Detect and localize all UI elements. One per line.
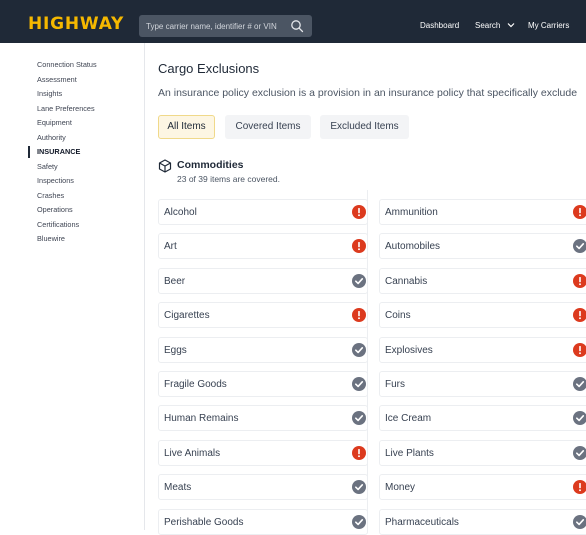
exclamation-icon [352,205,366,219]
profile-sidebar: Connection Status Assessment Insights Lane … [28,58,143,247]
sidebar-item-assessment[interactable]: Assessment [28,73,143,88]
commodity-label: Meats [164,482,192,494]
commodity-item: Explosives [379,336,586,363]
commodity-label: Art [164,241,177,253]
commodity-label: Money [385,482,416,494]
nav-dashboard-link[interactable]: Dashboard [420,21,459,30]
sidebar-item-insights[interactable]: Insights [28,87,143,102]
commodity-label: Coins [385,310,411,322]
check-icon [573,377,586,391]
check-icon [573,411,586,426]
commodity-item: Cannabis [379,267,586,294]
coverage-summary: 23 of 39 items are covered. [177,174,281,184]
commodity-label: Explosives [385,344,433,356]
commodity-label: Eggs [164,344,187,356]
check-icon [352,273,366,288]
top-nav-bar: HIGHWAY Dashboard Search My Carriers [0,0,586,43]
sidebar-item-authority[interactable]: Authority [28,131,143,146]
page-title: Cargo Exclusions [158,61,260,76]
exclamation-icon [573,273,586,288]
chevron-down-icon[interactable] [507,21,515,29]
check-icon [352,342,366,357]
commodity-label: Automobiles [385,241,441,253]
highway-logo[interactable]: HIGHWAY [28,14,124,34]
commodity-item: Beer [158,267,368,294]
commodity-label: Furs [385,379,405,390]
commodity-item: Eggs [158,336,368,363]
commodity-label: Cannabis [385,275,428,287]
nav-my-carriers-link[interactable]: My Carriers [528,21,569,30]
sidebar-item-bluewire[interactable]: Bluewire [28,232,143,247]
exclamation-icon [573,205,586,219]
commodity-label: Live Animals [164,447,221,459]
commodity-label: Live Plants [385,447,434,459]
check-icon [352,377,366,391]
commodity-item: Cigarettes [158,302,368,329]
nav-search-menu[interactable]: Search [475,21,500,30]
commodity-label: Alcohol [164,207,197,218]
check-icon [352,514,366,529]
commodity-label: Ice Cream [385,413,432,425]
commodity-label: Perishable Goods [164,516,244,528]
exclamation-icon [573,308,586,323]
tab-all-items[interactable]: All Items [158,115,215,139]
sidebar-item-inspections[interactable]: Inspections [28,174,143,189]
package-icon [158,159,172,173]
tab-covered-items[interactable]: Covered Items [225,115,311,139]
check-icon [352,411,366,426]
search-icon[interactable] [290,19,304,33]
commodity-item: Live Plants [379,439,586,466]
check-icon [352,480,366,495]
commodity-item: Furs [379,371,586,397]
commodity-item: Live Animals [158,439,368,466]
sidebar-item-certifications[interactable]: Certifications [28,218,143,233]
commodity-item: Coins [379,302,586,329]
check-icon [573,239,586,254]
check-icon [573,445,586,460]
commodity-item: Human Remains [158,405,368,432]
sidebar-item-insurance[interactable]: INSURANCE [28,145,143,160]
commodity-item: Perishable Goods [158,508,368,535]
commodity-label: Human Remains [164,413,239,425]
exclamation-icon [352,445,366,460]
commodity-item: Money [379,474,586,501]
commodity-item: Ice Cream [379,405,586,432]
commodity-item: Ammunition [379,199,586,225]
commodity-label: Beer [164,275,186,287]
exclamation-icon [352,239,366,254]
sidebar-item-lane-preferences[interactable]: Lane Preferences [28,102,143,117]
commodity-label: Cigarettes [164,310,210,322]
commodity-item: Pharmaceuticals [379,508,586,535]
sidebar-item-crashes[interactable]: Crashes [28,189,143,204]
commodity-label: Fragile Goods [164,379,227,390]
commodity-label: Pharmaceuticals [385,516,459,528]
tab-excluded-items[interactable]: Excluded Items [320,115,409,139]
commodity-item: Automobiles [379,233,586,260]
sidebar-item-equipment[interactable]: Equipment [28,116,143,131]
sidebar-item-connection-status[interactable]: Connection Status [28,58,143,73]
commodity-item: Alcohol [158,199,368,225]
commodity-item: Art [158,233,368,260]
sidebar-item-safety[interactable]: Safety [28,160,143,175]
exclamation-icon [573,480,586,495]
commodity-item: Meats [158,474,368,501]
section-title: Commodities [177,159,244,171]
sidebar-divider [144,43,145,530]
exclamation-icon [573,342,586,357]
page-description: An insurance policy exclusion is a provi… [158,87,578,99]
commodity-label: Ammunition [385,207,438,218]
commodity-item: Fragile Goods [158,371,368,397]
carrier-search-box[interactable] [139,15,312,37]
carrier-search-input[interactable] [146,18,286,34]
sidebar-item-operations[interactable]: Operations [28,203,143,218]
exclamation-icon [352,308,366,323]
check-icon [573,514,586,529]
